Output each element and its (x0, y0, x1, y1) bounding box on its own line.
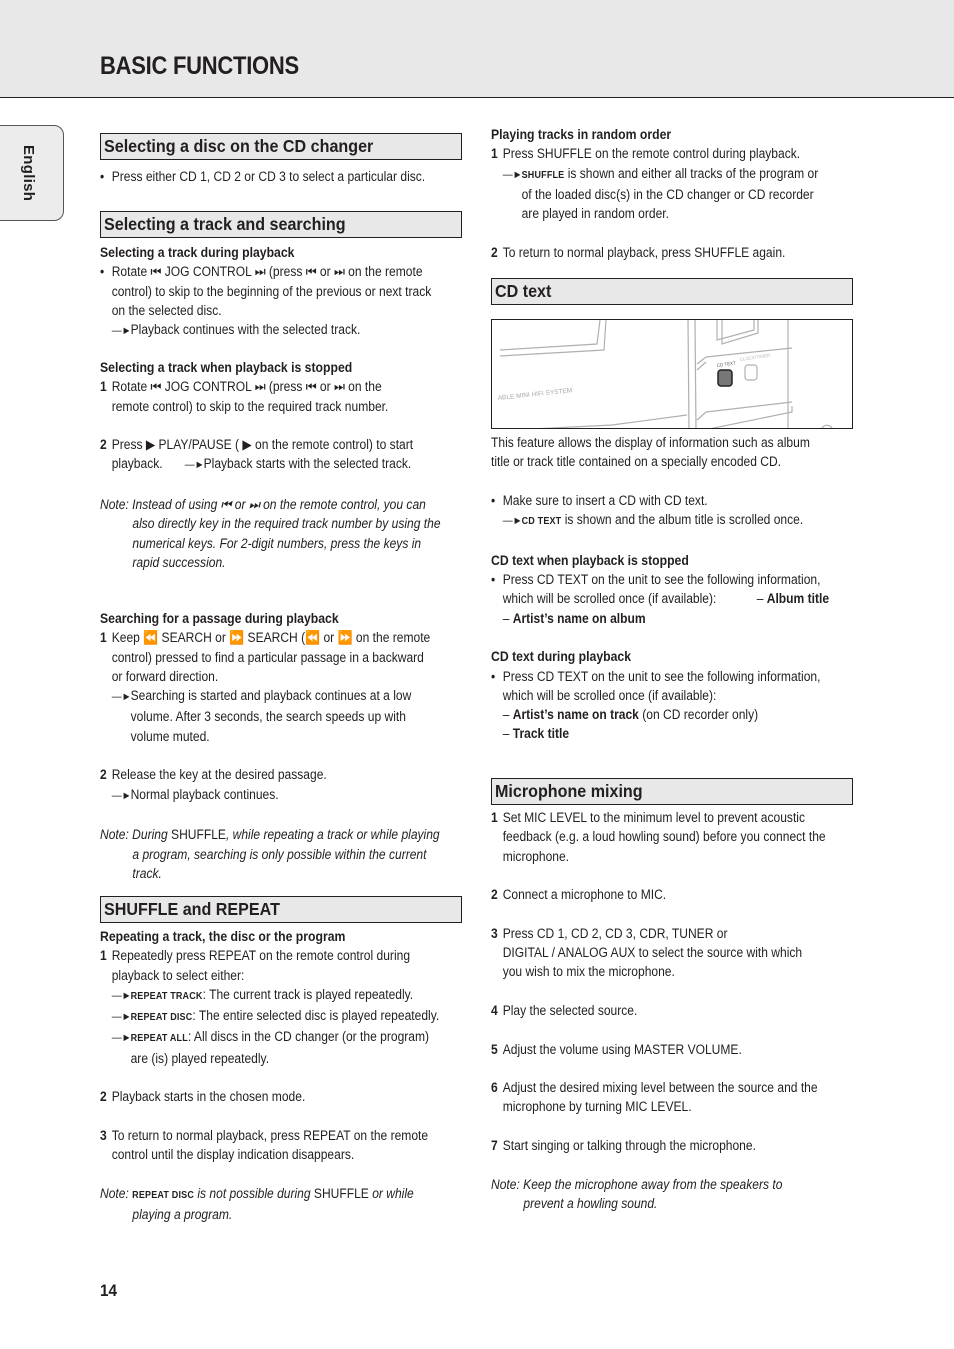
note: Note: REPEAT DISC is not possible during… (100, 1185, 414, 1201)
searching-passage: Searching for a passage during playback … (100, 611, 440, 881)
page-number: 14 (100, 1281, 118, 1300)
track-when-stopped: Selecting a track when playback is stopp… (100, 360, 441, 570)
brand-text: ABLE MINI HIFI SYSTEM (497, 387, 572, 402)
cd-text-figure: CD TEXT CLOCK/TIMER ABLE MINI HIFI SYSTE… (491, 319, 853, 429)
hifi-unit-illustration: CD TEXT CLOCK/TIMER ABLE MINI HIFI SYSTE… (497, 320, 833, 428)
arrow-icon: —► (111, 325, 132, 338)
track-during-playback: Selecting a track during playback • Rotat… (100, 243, 462, 341)
section-heading-track: Selecting a track and searching (100, 211, 462, 238)
note: Note: Instead of using ⏮ or ⏭ on the rem… (100, 497, 426, 513)
cd-text-button-label: CD TEXT (716, 360, 736, 368)
subheading: Selecting a track during playback (100, 245, 295, 260)
section-heading-disc: Selecting a disc on the CD changer (100, 133, 462, 160)
note: Note: Keep the microphone away from the … (491, 1176, 783, 1192)
bullet: • (100, 169, 105, 184)
section-heading-microphone: Microphone mixing (491, 778, 853, 805)
section-heading-cd-text: CD text (491, 278, 853, 305)
repeat-block: Repeating a track, the disc or the progr… (100, 929, 440, 1223)
clock-timer-button-label: CLOCK/TIMER (739, 353, 771, 362)
random-order: Playing tracks in random order 1 Press SH… (491, 127, 819, 260)
cd-text-button (717, 369, 733, 387)
arrow-icon: —► (185, 459, 205, 472)
section-heading-shuffle-repeat: SHUFFLE and REPEAT (100, 896, 462, 923)
disc-select-bullet: • Press either CD 1, CD 2 or CD 3 to sele… (100, 167, 462, 186)
header-band (0, 0, 954, 98)
language-tab-label: English (20, 145, 37, 202)
mic-steps: 1 Set MIC LEVEL to the minimum level to p… (491, 810, 826, 1211)
arrow-icon: —► (111, 691, 132, 704)
arrow-icon: —► (111, 789, 132, 802)
page-title: BASIC FUNCTIONS (100, 52, 299, 80)
cd-text-intro: This feature allows the display of infor… (491, 435, 830, 742)
note: Note: During SHUFFLE, while repeating a … (100, 827, 440, 843)
